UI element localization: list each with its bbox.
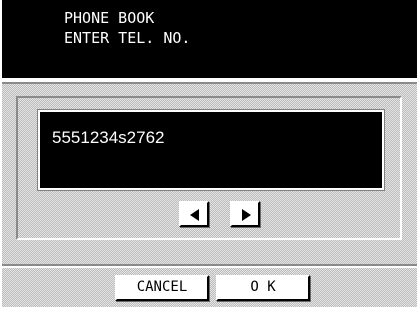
left-arrow-icon: [190, 209, 199, 221]
phone-number-value: 5551234s2762: [52, 128, 165, 147]
cancel-button[interactable]: CANCEL: [115, 275, 209, 301]
screen-instruction: ENTER TEL. NO.: [64, 29, 191, 47]
phone-number-display[interactable]: 5551234s2762: [37, 109, 385, 191]
cursor-right-button[interactable]: [230, 201, 260, 227]
cursor-left-button[interactable]: [179, 201, 209, 227]
right-arrow-icon: [242, 209, 251, 221]
ok-button[interactable]: O K: [216, 275, 310, 301]
soft-key-bar: CANCEL O K: [2, 268, 417, 307]
header-bar: PHONE BOOK ENTER TEL. NO.: [2, 0, 417, 78]
entry-panel: 5551234s2762: [2, 82, 417, 266]
fax-lcd-screen: PHONE BOOK ENTER TEL. NO. 5551234s2762 C…: [2, 0, 417, 307]
screen-title: PHONE BOOK: [64, 9, 155, 27]
